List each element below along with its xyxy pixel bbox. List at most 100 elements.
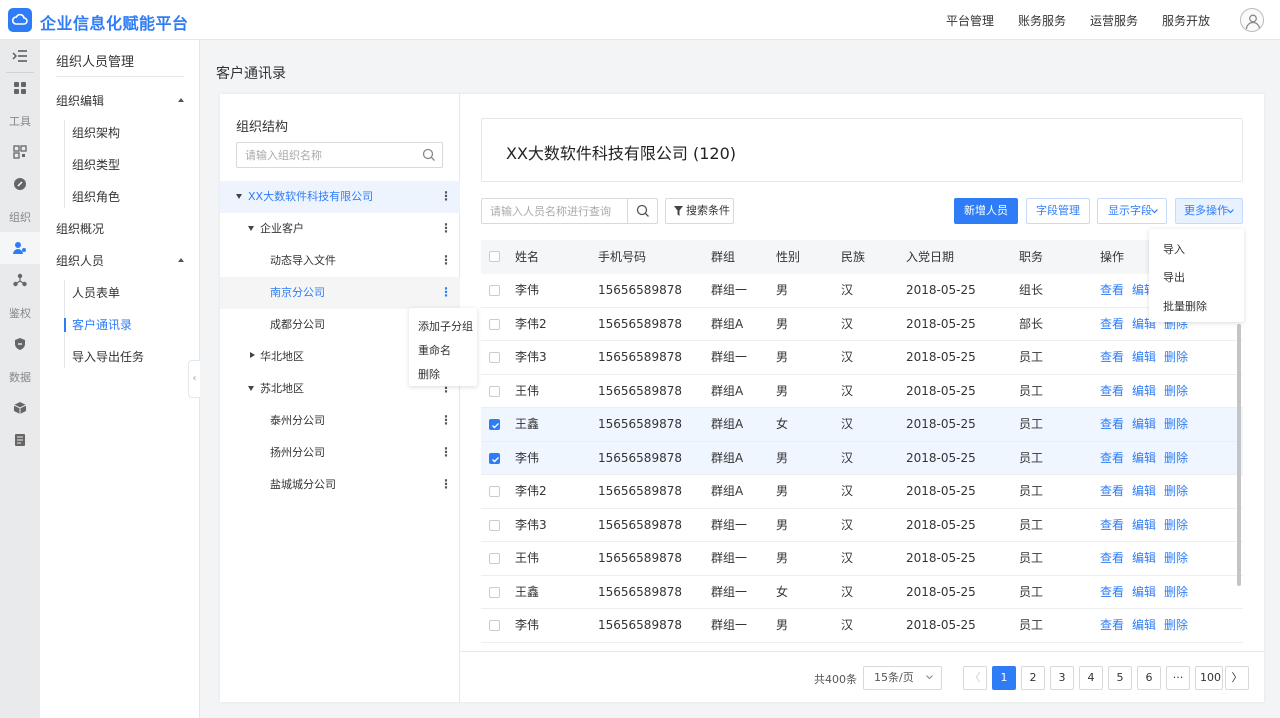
page-button[interactable]: 1: [992, 666, 1016, 690]
table-row[interactable]: 李伟15656589878群组一男汉2018-05-25组长查看编辑删除: [481, 274, 1243, 308]
view-link[interactable]: 查看: [1100, 442, 1124, 475]
sidebar-item-org-type[interactable]: 组织类型: [72, 151, 200, 179]
people-search-input[interactable]: [482, 199, 628, 223]
menu-item-delete[interactable]: 删除: [418, 366, 440, 382]
delete-link[interactable]: 删除: [1164, 375, 1188, 408]
sidebar-group-org-people[interactable]: 组织人员: [56, 247, 200, 275]
more-vertical-icon[interactable]: ⋮: [440, 437, 452, 467]
page-size-select[interactable]: 15条/页: [863, 666, 942, 690]
menu-item-rename[interactable]: 重命名: [418, 342, 451, 358]
delete-link[interactable]: 删除: [1164, 475, 1188, 508]
table-row[interactable]: 王伟 15656589878 群组一 男 汉 2018-05-25 员工 查看 编辑 删除: [481, 542, 1243, 576]
sidebar-group-org-overview[interactable]: 组织概况: [56, 215, 200, 243]
edit-link[interactable]: 编辑: [1132, 475, 1156, 508]
edit-link[interactable]: 编辑: [1132, 341, 1156, 374]
more-vertical-icon[interactable]: ⋮: [440, 245, 452, 275]
delete-link[interactable]: 删除: [1164, 408, 1188, 441]
view-link[interactable]: 查看: [1100, 341, 1124, 374]
qrcode-icon[interactable]: [0, 136, 40, 168]
edit-link[interactable]: 编辑: [1132, 442, 1156, 475]
field-manage-button[interactable]: 字段管理: [1026, 198, 1090, 224]
row-checkbox[interactable]: [489, 285, 500, 296]
tree-node-enterprise[interactable]: 企业客户 ⋮: [220, 213, 460, 245]
edit-link[interactable]: 编辑: [1132, 609, 1156, 642]
menu-item-export[interactable]: 导出: [1163, 269, 1185, 285]
cube-icon[interactable]: [0, 392, 40, 424]
link-icon[interactable]: [0, 168, 40, 200]
sidebar-item-customer-contacts[interactable]: 客户通讯录: [72, 311, 200, 339]
tree-node-root[interactable]: XX大数软件科技有限公司 ⋮: [220, 181, 460, 213]
table-row[interactable]: 王鑫 15656589878 群组一 女 汉 2018-05-25 员工 查看 编辑 删除: [481, 576, 1243, 609]
view-link[interactable]: 查看: [1100, 274, 1124, 307]
view-link[interactable]: 查看: [1100, 308, 1124, 341]
edit-link[interactable]: 编辑: [1132, 542, 1156, 575]
row-checkbox[interactable]: [489, 620, 500, 631]
row-checkbox[interactable]: [489, 486, 500, 497]
view-link[interactable]: 查看: [1100, 576, 1124, 609]
more-vertical-icon[interactable]: ⋮: [440, 213, 452, 243]
more-vertical-icon[interactable]: ⋮: [440, 405, 452, 435]
row-checkbox[interactable]: [489, 519, 500, 531]
sidebar-item-org-structure[interactable]: 组织架构: [72, 119, 200, 147]
topnav-operations[interactable]: 运营服务: [1090, 12, 1138, 29]
tree-node-yancheng[interactable]: 盐城城分公司 ⋮: [220, 469, 460, 501]
row-checkbox[interactable]: [489, 553, 500, 564]
delete-link[interactable]: 删除: [1164, 542, 1188, 575]
caret-down-icon[interactable]: [236, 194, 242, 199]
page-button[interactable]: 4: [1079, 666, 1103, 690]
more-vertical-icon[interactable]: ⋮: [440, 277, 452, 307]
filter-button[interactable]: 搜索条件: [665, 198, 734, 224]
caret-right-icon[interactable]: [250, 352, 255, 358]
row-checkbox[interactable]: [489, 452, 500, 464]
search-button[interactable]: [627, 199, 657, 223]
view-link[interactable]: 查看: [1100, 542, 1124, 575]
table-row[interactable]: 李伟3 15656589878 群组一 男 汉 2018-05-25 员工 查看 编辑 删除: [481, 341, 1243, 375]
caret-down-icon[interactable]: [248, 226, 254, 231]
grid-icon[interactable]: [0, 72, 40, 104]
view-link[interactable]: 查看: [1100, 609, 1124, 642]
table-row[interactable]: 李伟2 15656589878 群组A 男汉 2018-05-25 部长 查看 编辑 删除: [481, 308, 1243, 341]
view-link[interactable]: 查看: [1100, 509, 1124, 542]
more-actions-button[interactable]: 更多操作: [1175, 198, 1243, 224]
sidebar-item-import-export[interactable]: 导入导出任务: [72, 343, 200, 371]
row-checkbox[interactable]: [489, 385, 500, 397]
topnav-open-services[interactable]: 服务开放: [1162, 12, 1210, 29]
menu-item-batch-delete[interactable]: 批量删除: [1163, 298, 1207, 314]
more-vertical-icon[interactable]: ⋮: [440, 181, 452, 211]
display-fields-button[interactable]: 显示字段: [1097, 198, 1167, 224]
row-checkbox[interactable]: [489, 586, 500, 598]
tree-node-yangzhou[interactable]: 扬州分公司 ⋮: [220, 437, 460, 469]
table-row[interactable]: 王伟 15656589878 群组A 男 汉 2018-05-25 员工 查看 编辑 删除: [481, 375, 1243, 408]
topnav-accounting[interactable]: 账务服务: [1018, 12, 1066, 29]
delete-link[interactable]: 删除: [1164, 341, 1188, 374]
delete-link[interactable]: 删除: [1164, 509, 1188, 542]
row-checkbox[interactable]: [489, 318, 500, 330]
delete-link[interactable]: 删除: [1164, 609, 1188, 642]
table-row[interactable]: 王鑫 15656589878 群组A 女 汉 2018-05-25 员工 查看 编辑 删除: [481, 408, 1243, 442]
document-icon[interactable]: [0, 424, 40, 456]
page-button[interactable]: 3: [1050, 666, 1074, 690]
view-link[interactable]: 查看: [1100, 375, 1124, 408]
shield-icon[interactable]: [0, 328, 40, 360]
tree-node-taizhou[interactable]: 泰州分公司 ⋮: [220, 405, 460, 437]
avatar[interactable]: [1240, 8, 1264, 32]
delete-link[interactable]: 删除: [1164, 576, 1188, 609]
user-org-icon[interactable]: [0, 232, 40, 264]
edit-link[interactable]: 编辑: [1132, 509, 1156, 542]
menu-item-import[interactable]: 导入: [1163, 241, 1185, 257]
menu-indent-icon[interactable]: [0, 40, 40, 72]
table-row[interactable]: 李伟2 15656589878 群组A 男 汉 2018-05-25 员工 查看 编辑 删除: [481, 475, 1243, 509]
tree-node-dynamic-import[interactable]: 动态导入文件 ⋮: [220, 245, 460, 277]
more-vertical-icon[interactable]: ⋮: [440, 469, 452, 499]
page-button[interactable]: 2: [1021, 666, 1045, 690]
page-ellipsis-button[interactable]: ···: [1166, 666, 1190, 690]
collapse-sidebar-button[interactable]: ‹: [188, 360, 200, 398]
next-page-button[interactable]: 〉: [1225, 666, 1249, 690]
view-link[interactable]: 查看: [1100, 408, 1124, 441]
page-button[interactable]: 5: [1108, 666, 1132, 690]
row-checkbox[interactable]: [489, 352, 500, 363]
topnav-platform[interactable]: 平台管理: [946, 12, 994, 29]
page-button[interactable]: 100: [1195, 666, 1223, 690]
row-checkbox[interactable]: [489, 419, 500, 430]
add-person-button[interactable]: 新增人员: [954, 198, 1018, 224]
